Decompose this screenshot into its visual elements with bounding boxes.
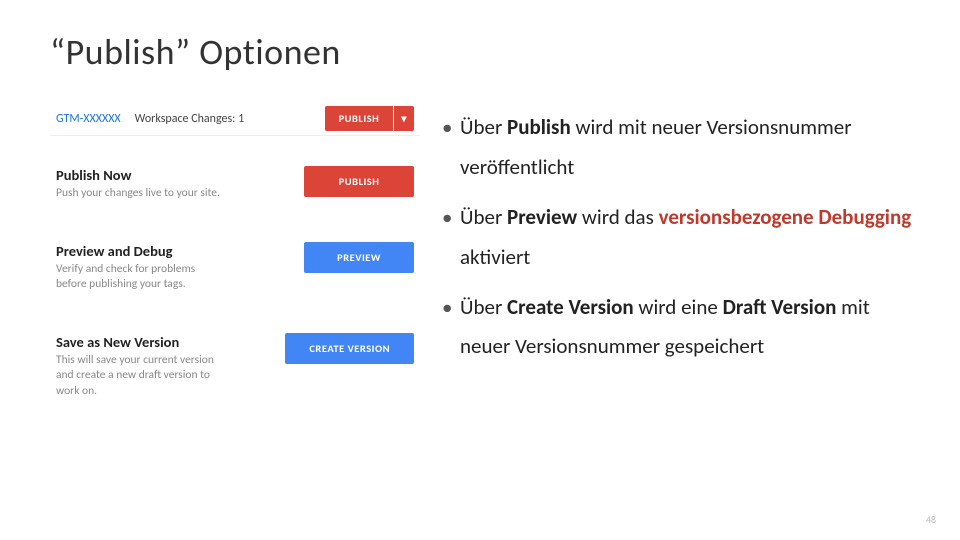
bullet-icon: • xyxy=(442,288,460,368)
bullet-item: • Über Preview wird das versionsbezogene… xyxy=(442,198,920,278)
bullet-text: Über Preview wird das versionsbezogene D… xyxy=(460,198,920,278)
option-heading: Save as New Version xyxy=(56,333,269,351)
gtm-top-bar: GTM-XXXXXX Workspace Changes: 1 PUBLISH … xyxy=(50,102,420,136)
bullet-text: Über Create Version wird eine Draft Vers… xyxy=(460,288,920,368)
option-save-version: Save as New Version This will save your … xyxy=(50,323,420,410)
publish-button[interactable]: PUBLISH xyxy=(325,106,394,131)
option-preview-debug: Preview and Debug Verify and check for p… xyxy=(50,232,420,303)
content-row: GTM-XXXXXX Workspace Changes: 1 PUBLISH … xyxy=(50,102,920,409)
chevron-down-icon[interactable]: ▾ xyxy=(394,106,414,131)
bullet-item: • Über Publish wird mit neuer Versionsnu… xyxy=(442,108,920,188)
page-number: 48 xyxy=(926,513,936,526)
bullet-icon: • xyxy=(442,198,460,278)
option-heading: Preview and Debug xyxy=(56,242,288,260)
bullet-icon: • xyxy=(442,108,460,188)
option-desc: Push your changes live to your site. xyxy=(56,186,226,202)
bullet-text: Über Publish wird mit neuer Versionsnumm… xyxy=(460,108,920,188)
container-id-link[interactable]: GTM-XXXXXX xyxy=(56,112,121,126)
option-heading: Publish Now xyxy=(56,166,288,184)
bullet-item: • Über Create Version wird eine Draft Ve… xyxy=(442,288,920,368)
workspace-changes-label: Workspace Changes: 1 xyxy=(135,112,245,126)
publish-split-button[interactable]: PUBLISH ▾ xyxy=(325,106,414,131)
bullet-list: • Über Publish wird mit neuer Versionsnu… xyxy=(442,102,920,409)
publish-button[interactable]: PUBLISH xyxy=(304,166,414,197)
option-desc: Verify and check for problems before pub… xyxy=(56,262,226,293)
option-desc: This will save your current version and … xyxy=(56,353,226,400)
gtm-screenshot: GTM-XXXXXX Workspace Changes: 1 PUBLISH … xyxy=(50,102,420,409)
create-version-button[interactable]: CREATE VERSION xyxy=(285,333,414,364)
slide-title: “Publish” Optionen xyxy=(50,30,920,74)
slide: “Publish” Optionen GTM-XXXXXX Workspace … xyxy=(0,0,960,540)
preview-button[interactable]: PREVIEW xyxy=(304,242,414,273)
option-publish-now: Publish Now Push your changes live to yo… xyxy=(50,156,420,212)
